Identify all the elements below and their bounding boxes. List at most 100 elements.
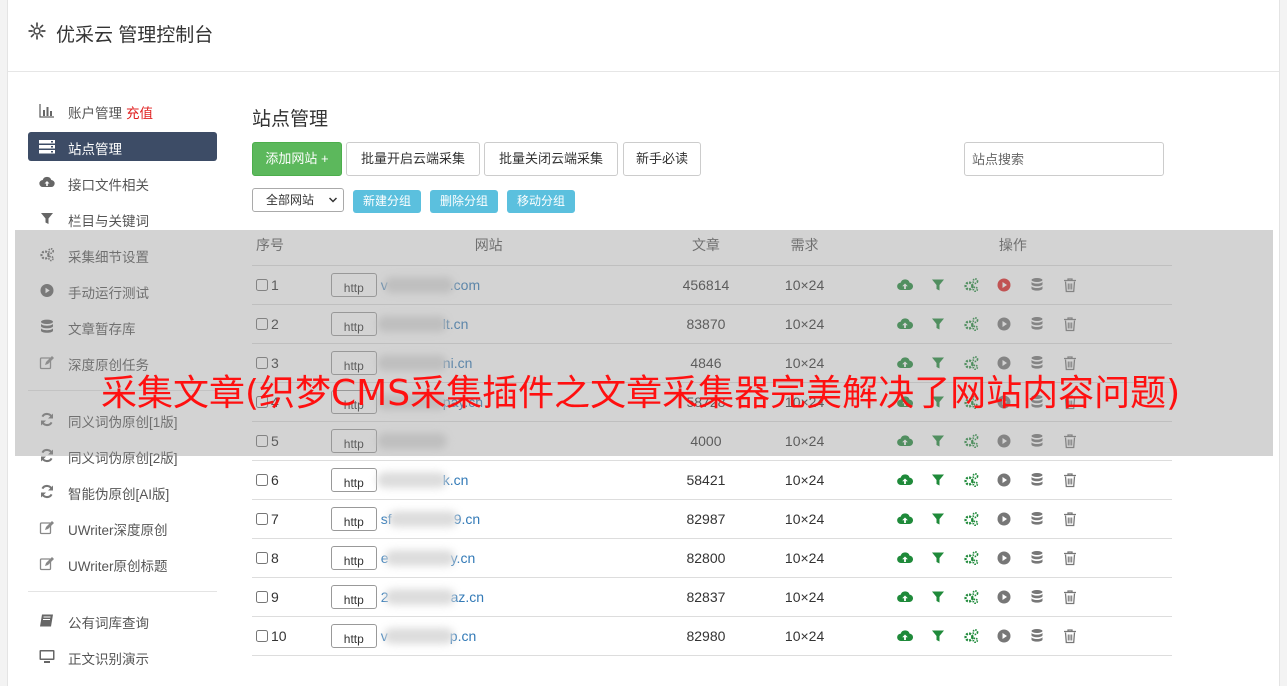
site-search-input[interactable] (964, 142, 1164, 176)
group-select[interactable]: 全部网站 (252, 188, 344, 212)
filter-icon[interactable] (930, 355, 946, 371)
play-circle-icon[interactable] (996, 511, 1012, 527)
cloud-upload-icon[interactable] (896, 277, 913, 293)
delete-group-button[interactable]: 删除分组 (430, 190, 498, 213)
play-circle-icon[interactable] (996, 472, 1012, 488)
new-group-button[interactable]: 新建分组 (353, 190, 421, 213)
trash-icon[interactable] (1062, 628, 1078, 644)
sidebar-item-interface-files[interactable]: 接口文件相关 (28, 168, 217, 197)
sidebar-item-uwriter-title[interactable]: UWriter原创标题 (28, 549, 217, 578)
sidebar-item-public-lexicon[interactable]: 公有词库查询 (28, 606, 217, 635)
sidebar-item-columns-keywords[interactable]: 栏目与关键词 (28, 204, 217, 233)
database-icon[interactable] (1029, 550, 1045, 566)
database-icon[interactable] (1029, 472, 1045, 488)
article-count[interactable]: 456814 (656, 265, 756, 305)
trash-icon[interactable] (1062, 511, 1078, 527)
demand-value[interactable]: 10×24 (755, 538, 854, 578)
trash-icon[interactable] (1062, 433, 1078, 449)
play-circle-icon[interactable] (996, 628, 1012, 644)
cloud-upload-icon[interactable] (896, 316, 913, 332)
database-icon[interactable] (1029, 277, 1045, 293)
trash-icon[interactable] (1062, 355, 1078, 371)
article-count[interactable]: 82837 (656, 577, 756, 617)
article-count[interactable]: 82800 (656, 538, 756, 578)
move-group-button[interactable]: 移动分组 (507, 190, 575, 213)
batch-enable-cloud-button[interactable]: 批量开启云端采集 (346, 142, 480, 176)
database-icon[interactable] (1029, 433, 1045, 449)
row-checkbox[interactable] (256, 590, 268, 603)
play-circle-icon[interactable] (996, 316, 1012, 332)
sidebar-item-account[interactable]: 账户管理 充值 (28, 96, 217, 125)
gears-icon[interactable] (963, 433, 979, 449)
database-icon[interactable] (1029, 316, 1045, 332)
cloud-upload-icon[interactable] (896, 472, 913, 488)
filter-icon[interactable] (930, 511, 946, 527)
row-checkbox[interactable] (256, 434, 268, 447)
article-count[interactable]: 82987 (656, 499, 756, 539)
article-count[interactable]: 83870 (656, 304, 756, 344)
demand-value[interactable]: 10×24 (755, 304, 854, 344)
article-count[interactable]: 4000 (656, 421, 756, 461)
gears-icon[interactable] (963, 472, 979, 488)
row-checkbox[interactable] (256, 278, 268, 291)
demand-value[interactable]: 10×24 (755, 421, 854, 461)
filter-icon[interactable] (930, 589, 946, 605)
filter-icon[interactable] (930, 316, 946, 332)
article-count[interactable]: 82980 (656, 616, 756, 656)
cloud-upload-icon[interactable] (896, 355, 913, 371)
database-icon[interactable] (1029, 355, 1045, 371)
row-checkbox[interactable] (256, 317, 268, 330)
database-icon[interactable] (1029, 589, 1045, 605)
filter-icon[interactable] (930, 433, 946, 449)
demand-value[interactable]: 10×24 (755, 499, 854, 539)
beginner-guide-button[interactable]: 新手必读 (623, 142, 701, 176)
trash-icon[interactable] (1062, 472, 1078, 488)
row-checkbox[interactable] (256, 356, 268, 369)
add-site-button[interactable]: 添加网站 + (252, 142, 342, 176)
cloud-upload-icon[interactable] (896, 628, 913, 644)
trash-icon[interactable] (1062, 550, 1078, 566)
play-circle-icon[interactable] (996, 550, 1012, 566)
sidebar-item-sites[interactable]: 站点管理 (28, 132, 217, 161)
cloud-upload-icon[interactable] (896, 433, 913, 449)
site-domain-suffix[interactable]: .com (450, 277, 480, 293)
gears-icon[interactable] (963, 316, 979, 332)
site-domain-suffix[interactable]: ni.cn (443, 355, 473, 371)
sidebar-item-article-storage[interactable]: 文章暂存库 (28, 312, 217, 341)
filter-icon[interactable] (930, 472, 946, 488)
trash-icon[interactable] (1062, 277, 1078, 293)
site-domain-suffix[interactable]: az.cn (451, 589, 484, 605)
demand-value[interactable]: 10×24 (755, 460, 854, 500)
gears-icon[interactable] (963, 550, 979, 566)
gears-icon[interactable] (963, 628, 979, 644)
database-icon[interactable] (1029, 628, 1045, 644)
demand-value[interactable]: 10×24 (755, 577, 854, 617)
gears-icon[interactable] (963, 589, 979, 605)
cloud-upload-icon[interactable] (896, 589, 913, 605)
batch-disable-cloud-button[interactable]: 批量关闭云端采集 (484, 142, 618, 176)
sidebar-item-synonym-v2[interactable]: 同义词伪原创[2版] (28, 441, 217, 470)
recharge-link[interactable]: 充值 (126, 106, 153, 121)
filter-icon[interactable] (930, 550, 946, 566)
sidebar-item-text-recognition[interactable]: 正文识别演示 (28, 642, 217, 671)
database-icon[interactable] (1029, 511, 1045, 527)
gears-icon[interactable] (963, 277, 979, 293)
row-checkbox[interactable] (256, 551, 268, 564)
gears-icon[interactable] (963, 355, 979, 371)
article-count[interactable]: 58421 (656, 460, 756, 500)
filter-icon[interactable] (930, 277, 946, 293)
cloud-upload-icon[interactable] (896, 550, 913, 566)
play-circle-icon[interactable] (996, 589, 1012, 605)
row-checkbox[interactable] (256, 473, 268, 486)
demand-value[interactable]: 10×24 (755, 265, 854, 305)
trash-icon[interactable] (1062, 589, 1078, 605)
play-circle-icon[interactable] (996, 355, 1012, 371)
row-checkbox[interactable] (256, 512, 268, 525)
sidebar-item-collect-settings[interactable]: 采集细节设置 (28, 240, 217, 269)
filter-icon[interactable] (930, 628, 946, 644)
cloud-upload-icon[interactable] (896, 511, 913, 527)
trash-icon[interactable] (1062, 316, 1078, 332)
play-circle-icon[interactable] (996, 277, 1012, 293)
sidebar-item-ai-rewrite[interactable]: 智能伪原创[AI版] (28, 477, 217, 506)
row-checkbox[interactable] (256, 629, 268, 642)
